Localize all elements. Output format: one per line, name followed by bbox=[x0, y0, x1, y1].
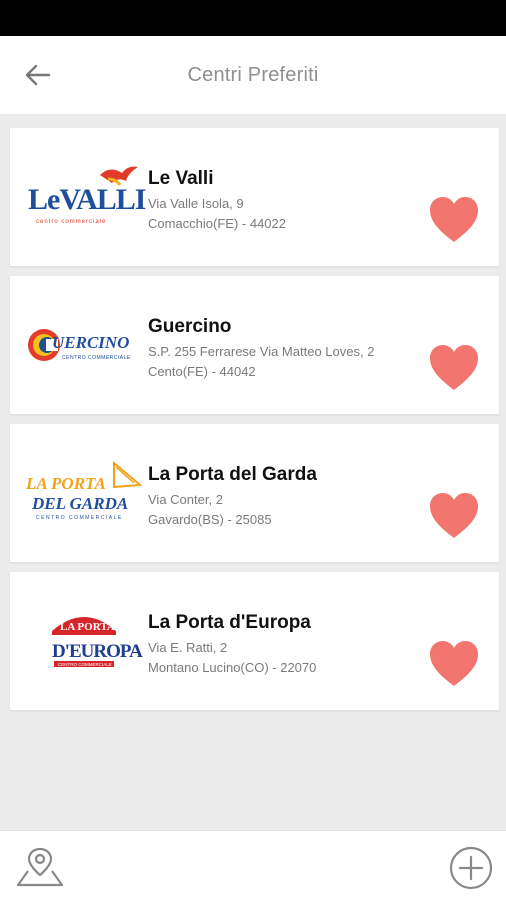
center-name: La Porta d'Europa bbox=[148, 612, 311, 633]
la-porta-d-europa-logo: LA PORTA D'EUROPA CENTRO COMMERCIALE bbox=[22, 601, 146, 681]
center-address: Via E. Ratti, 2 bbox=[148, 640, 228, 655]
center-card-la-porta-d-europa[interactable]: LA PORTA D'EUROPA CENTRO COMMERCIALE La … bbox=[10, 572, 499, 710]
center-card-le-valli[interactable]: LeVALLI centro commerciale Le Valli Via … bbox=[10, 128, 499, 266]
svg-text:CENTRO COMMERCIALE: CENTRO COMMERCIALE bbox=[62, 355, 131, 361]
center-city: Montano Lucino(CO) - 22070 bbox=[148, 660, 317, 675]
center-address: S.P. 255 Ferrarese Via Matteo Loves, 2 bbox=[148, 344, 375, 359]
svg-text:UERCINO: UERCINO bbox=[52, 333, 129, 352]
add-circle-icon bbox=[449, 846, 493, 890]
guercino-logo: UERCINO CENTRO COMMERCIALE bbox=[22, 305, 146, 385]
center-name: Le Valli bbox=[148, 168, 214, 189]
svg-text:CENTRO COMMERCIALE: CENTRO COMMERCIALE bbox=[58, 662, 112, 667]
svg-text:centro commerciale: centro commerciale bbox=[36, 219, 106, 225]
center-card-guercino[interactable]: UERCINO CENTRO COMMERCIALE Guercino S.P.… bbox=[10, 276, 499, 414]
center-name: La Porta del Garda bbox=[148, 464, 317, 485]
app-bar: Centri Preferiti bbox=[0, 36, 506, 114]
svg-text:DEL GARDA: DEL GARDA bbox=[31, 494, 128, 513]
svg-text:LA PORTA: LA PORTA bbox=[25, 474, 106, 493]
map-button[interactable] bbox=[14, 845, 66, 889]
center-city: Gavardo(BS) - 25085 bbox=[148, 512, 272, 527]
status-bar bbox=[0, 0, 506, 36]
page-title: Centri Preferiti bbox=[187, 63, 319, 86]
center-address: Via Valle Isola, 9 bbox=[148, 196, 244, 211]
center-city: Cento(FE) - 44042 bbox=[148, 364, 256, 379]
svg-text:LA PORTA: LA PORTA bbox=[60, 621, 115, 633]
favorite-heart-icon[interactable] bbox=[428, 492, 480, 540]
le-valli-logo: LeVALLI centro commerciale bbox=[22, 157, 146, 237]
svg-text:D'EUROPA: D'EUROPA bbox=[52, 641, 143, 662]
favorite-heart-icon[interactable] bbox=[428, 344, 480, 392]
svg-text:CENTRO COMMERCIALE: CENTRO COMMERCIALE bbox=[36, 515, 123, 521]
map-pin-icon bbox=[16, 847, 64, 887]
center-city: Comacchio(FE) - 44022 bbox=[148, 216, 286, 231]
bottom-bar bbox=[0, 830, 506, 900]
center-name: Guercino bbox=[148, 316, 232, 337]
center-address: Via Conter, 2 bbox=[148, 492, 223, 507]
add-button[interactable] bbox=[448, 845, 494, 891]
arrow-left-icon bbox=[25, 64, 51, 86]
favorite-heart-icon[interactable] bbox=[428, 196, 480, 244]
la-porta-del-garda-logo: LA PORTA DEL GARDA CENTRO COMMERCIALE bbox=[22, 453, 146, 533]
back-button[interactable] bbox=[18, 58, 58, 92]
center-card-la-porta-del-garda[interactable]: LA PORTA DEL GARDA CENTRO COMMERCIALE La… bbox=[10, 424, 499, 562]
favorite-heart-icon[interactable] bbox=[428, 640, 480, 688]
svg-text:LeVALLI: LeVALLI bbox=[28, 183, 146, 216]
